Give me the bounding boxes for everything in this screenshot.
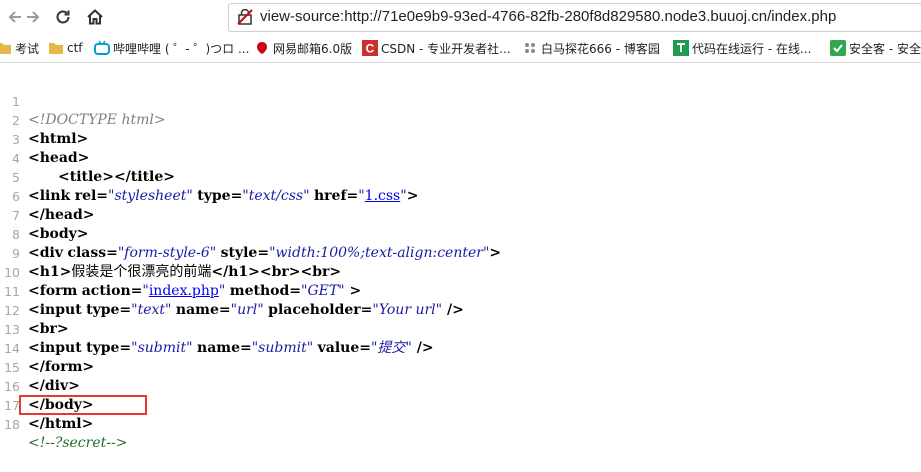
source-line: 11 <input type="text" name="url" placeho…	[0, 263, 921, 318]
bookmark-label: 网易邮箱6.0版	[273, 41, 353, 56]
source-line: 4 <title></title>	[0, 130, 921, 185]
not-secure-icon[interactable]	[237, 9, 253, 25]
bilibili-icon	[94, 40, 110, 55]
anquanke-icon	[830, 40, 846, 56]
source-line: 10 <form action="index.php" method="GET"…	[0, 244, 921, 299]
runcode-icon	[673, 40, 689, 56]
bookmark-label: ctf	[67, 41, 83, 55]
bookmark-label: CSDN - 专业开发者社...	[381, 41, 511, 56]
source-line: 6 </head>	[0, 168, 921, 223]
secret-comment: <!--?secret-->	[28, 435, 128, 451]
home-icon[interactable]	[85, 7, 105, 27]
source-line: 7 <body>	[0, 187, 921, 242]
source-line: 16 </body>	[0, 358, 921, 413]
source-line: 5 <link rel="stylesheet" type="text/css"…	[0, 149, 921, 204]
bookmark-csdn[interactable]: C CSDN - 专业开发者社...	[362, 38, 511, 58]
bookmark-label: 白马探花666 - 博客园	[541, 41, 660, 56]
bookmark-label: 安全客 - 安全	[849, 41, 921, 56]
bookmark-bilibili[interactable]: 哔哩哔哩 ( ゜- ゜)つロ ...	[94, 38, 249, 58]
csdn-icon: C	[362, 40, 378, 56]
svg-text:C: C	[366, 42, 375, 56]
source-line: 15 </div>	[0, 339, 921, 394]
source-line: 14 </form>	[0, 320, 921, 375]
source-line: 1 <!DOCTYPE html>	[0, 73, 921, 128]
bookmark-ctf[interactable]: ctf	[48, 38, 83, 58]
source-line: 8 <div class="form-style-6" style="width…	[0, 206, 921, 261]
url-text: http://71e0e9b9-93ed-4766-82fb-280f8d829…	[344, 8, 837, 25]
bookmark-anquanke[interactable]: 安全客 - 安全	[830, 38, 921, 58]
source-line: 13 <input type="submit" name="submit" va…	[0, 301, 921, 356]
bookmark-cnblogs[interactable]: 白马探花666 - 博客园	[522, 38, 660, 58]
bookmarks-bar: 考试 ctf 哔哩哔哩 ( ゜- ゜)つロ ... 网易邮箱6.0版 C CSD…	[0, 34, 921, 63]
reload-icon[interactable]	[53, 7, 73, 27]
cnblogs-icon	[525, 43, 535, 53]
forward-arrow-icon[interactable]	[22, 7, 42, 27]
folder-icon	[49, 43, 63, 54]
address-text: view-source:http://71e0e9b9-93ed-4766-82…	[260, 8, 836, 25]
source-line: 12 <br>	[0, 282, 921, 337]
bookmark-label: 代码在线运行 - 在线...	[692, 41, 812, 56]
browser-toolbar: view-source:http://71e0e9b9-93ed-4766-82…	[0, 0, 921, 34]
html-close-tag: </html>	[28, 416, 94, 432]
bookmark-netease-mail[interactable]: 网易邮箱6.0版	[254, 38, 352, 58]
highlight-box	[19, 395, 147, 415]
source-line: 17 </html>	[0, 377, 921, 432]
folder-icon	[0, 43, 11, 54]
address-bar[interactable]: view-source:http://71e0e9b9-93ed-4766-82…	[228, 3, 921, 32]
bookmark-runcode[interactable]: 代码在线运行 - 在线...	[673, 38, 811, 58]
source-line: 3 <head>	[0, 111, 921, 166]
bookmark-label: 考试	[15, 41, 40, 56]
bookmark-kaoshi[interactable]: 考试	[0, 38, 39, 58]
netease-mail-icon	[257, 42, 267, 54]
source-line: 9 <h1>假装是个很漂亮的前端</h1><br><br>	[0, 225, 921, 280]
source-line: 2 <html>	[0, 92, 921, 147]
url-prefix: view-source:	[260, 8, 345, 25]
bookmark-label: 哔哩哔哩 ( ゜- ゜)つロ ...	[113, 41, 250, 56]
line-number: 18	[4, 417, 20, 432]
